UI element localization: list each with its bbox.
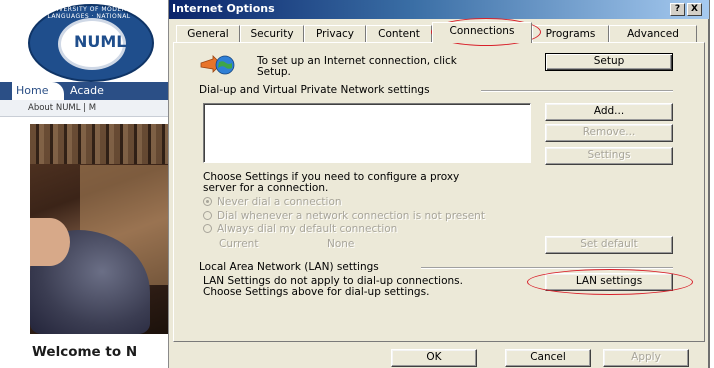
remove-button[interactable]: Remove... [545,124,673,142]
radio-never-dial[interactable]: Never dial a connection [203,196,342,209]
tab-security[interactable]: Security [240,25,304,42]
tab-general[interactable]: General [176,25,240,42]
network-connection-icon [200,55,235,75]
photo-face [30,218,70,266]
dialog-title: Internet Options [172,2,275,15]
lan-description: LAN Settings do not apply to dial-up con… [203,275,463,298]
dialup-section-divider [481,90,673,92]
site-subnav[interactable]: About NUML | M [0,100,170,117]
tab-advanced[interactable]: Advanced [609,25,697,42]
nav-academics-link[interactable]: Acade [70,82,104,100]
proxy-instructions: Choose Settings if you need to configure… [203,171,460,194]
radio-always-dial-indicator [203,224,212,233]
radio-dial-whenever-indicator [203,211,212,220]
ok-button[interactable]: OK [391,349,477,367]
dialog-titlebar[interactable]: Internet Options ? X [169,0,709,19]
lan-settings-button[interactable]: LAN settings [545,273,673,291]
add-button[interactable]: Add... [545,103,673,121]
close-button[interactable]: X [687,3,702,16]
lan-section-divider [421,267,673,269]
settings-button[interactable]: Settings [545,147,673,165]
tab-connections[interactable]: Connections [432,22,532,43]
set-default-button[interactable]: Set default [545,236,673,254]
lan-section-heading: Local Area Network (LAN) settings [199,261,379,273]
tab-programs[interactable]: Programs [532,25,609,42]
apply-button[interactable]: Apply [603,349,689,367]
internet-options-dialog: Internet Options ? X General Security Pr… [168,0,710,368]
setup-button[interactable]: Setup [545,53,673,71]
help-button[interactable]: ? [670,3,685,16]
tab-privacy[interactable]: Privacy [304,25,366,42]
logo-mark: NUML [74,32,127,51]
nav-home-link[interactable]: Home [12,82,64,100]
welcome-heading: Welcome to N [32,344,138,360]
tab-content[interactable]: Content [366,25,432,42]
radio-always-dial[interactable]: Always dial my default connection [203,223,397,236]
current-connection-label: Current [219,238,259,250]
setup-description: To set up an Internet connection, click … [257,55,457,78]
radio-never-dial-indicator [203,197,212,206]
photo-bookshelf [30,124,170,164]
dialup-section-heading: Dial-up and Virtual Private Network sett… [199,84,430,96]
cancel-button[interactable]: Cancel [505,349,591,367]
radio-dial-whenever[interactable]: Dial whenever a network connection is no… [203,210,485,223]
current-connection-value: None [327,238,355,250]
dialup-connections-list[interactable] [203,103,531,163]
